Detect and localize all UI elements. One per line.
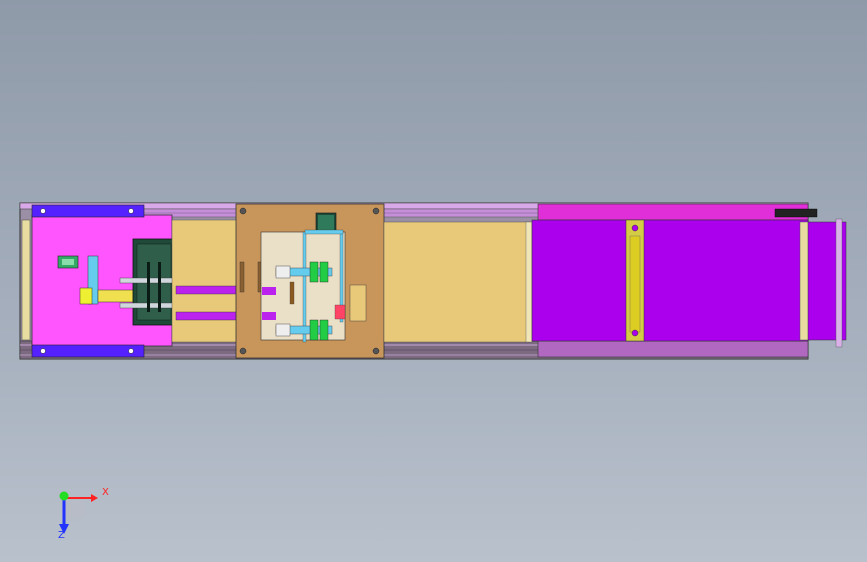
conveyor-frame [537,203,809,221]
bed-middle [383,221,531,343]
black-bracket [774,208,818,218]
bed-left [171,219,239,343]
conveyor-belt [531,219,809,342]
yellow-slide [97,289,139,303]
infeed-bracket-bottom [31,344,145,358]
cad-viewport[interactable]: X Z [0,0,867,562]
x-axis-label: X [102,487,109,498]
shaft-left [302,231,307,343]
triad-graphic [59,491,98,534]
yellow-block [79,287,93,305]
purple-guide-2 [175,311,239,321]
z-axis-label: Z [58,530,65,541]
coordinate-triad: X Z [48,484,109,544]
infeed-bracket-top [31,204,145,218]
assembly-drawing[interactable] [0,0,867,562]
purple-guide-1 [175,285,239,295]
left-roller [21,219,31,341]
conveyor-frame-bottom [537,340,809,358]
